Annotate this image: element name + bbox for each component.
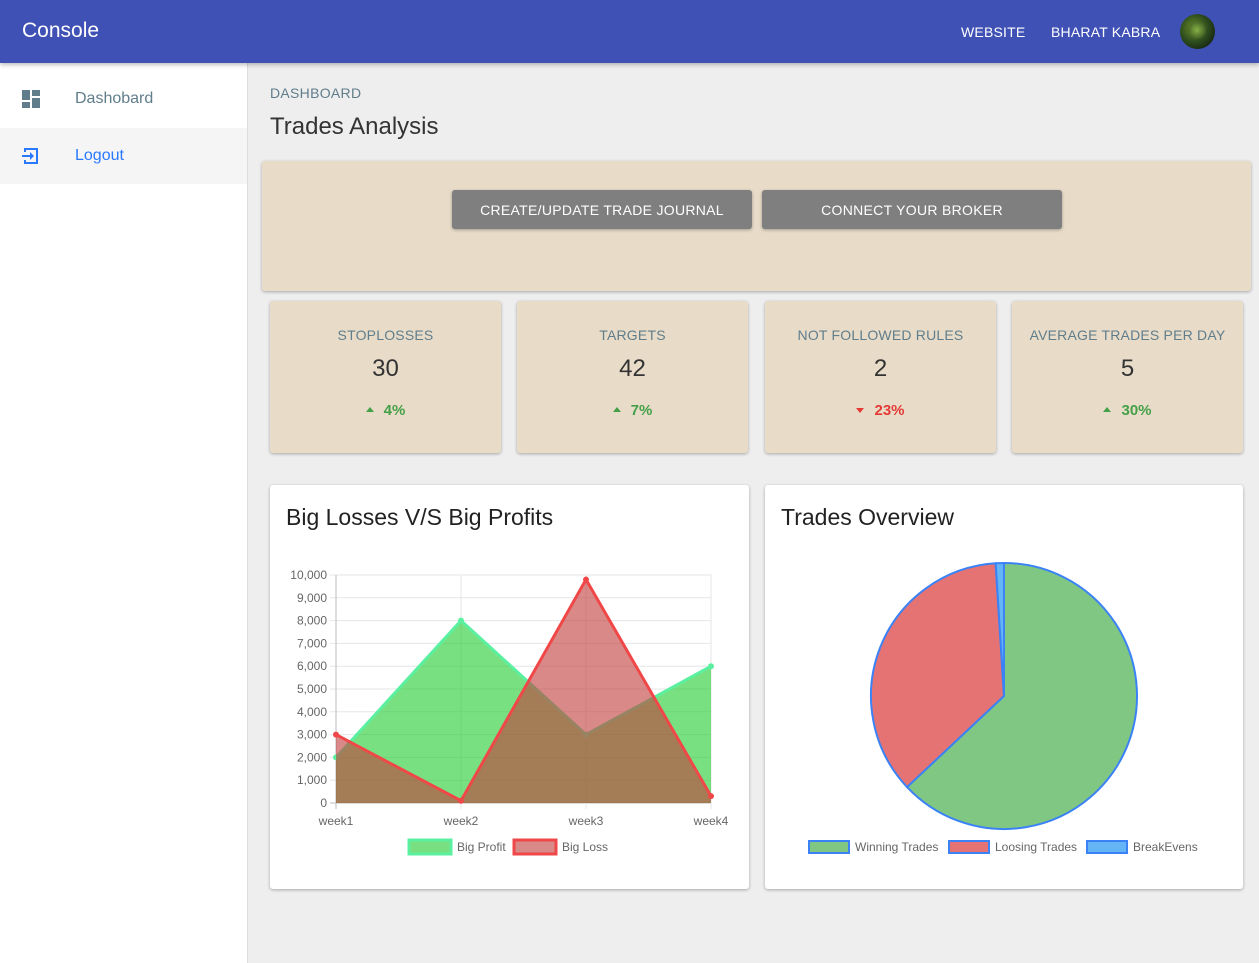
main-content: DASHBOARD Trades Analysis CREATE/UPDATE … (248, 63, 1259, 963)
legend-item: BreakEvens (1086, 840, 1198, 854)
stat-value: 2 (873, 355, 888, 382)
create-trade-journal-button[interactable]: CREATE/UPDATE TRADE JOURNAL (452, 190, 752, 229)
legend-item: Loosing Trades (948, 840, 1077, 854)
legend-label: Big Profit (457, 840, 506, 854)
stat-card-not-followed-rules: NOT FOLLOWED RULES 2 23% (765, 301, 996, 453)
legend-label: Loosing Trades (995, 840, 1077, 854)
x-tick-label: week2 (443, 814, 479, 828)
top-app-bar: Console WEBSITE BHARAT KABRA (0, 0, 1259, 63)
chart-title: Trades Overview (781, 504, 954, 530)
y-tick-label: 8,000 (297, 614, 327, 628)
website-link[interactable]: WEBSITE (961, 24, 1025, 40)
arrow-up-icon (365, 407, 374, 413)
stat-card-average-trades: AVERAGE TRADES PER DAY 5 30% (1012, 301, 1243, 453)
x-tick-label: week1 (318, 814, 354, 828)
action-panel: CREATE/UPDATE TRADE JOURNAL CONNECT YOUR… (262, 161, 1251, 291)
y-tick-label: 0 (320, 796, 327, 810)
legend-label: Winning Trades (855, 840, 938, 854)
sidebar-item-label: Logout (75, 147, 124, 164)
stat-label: AVERAGE TRADES PER DAY (1029, 327, 1226, 343)
sidebar-item-logout[interactable]: Logout (0, 128, 247, 184)
legend-item: Big Profit (407, 838, 506, 856)
stat-change: 4% (270, 402, 501, 419)
legend-swatch (407, 838, 453, 856)
data-point (583, 576, 589, 583)
stat-change: 23% (765, 402, 996, 419)
sidebar-item-label: Dashobard (75, 90, 154, 107)
breadcrumb[interactable]: DASHBOARD (270, 85, 361, 101)
stat-card-stoplosses: STOPLOSSES 30 4% (270, 301, 501, 453)
legend-item: Big Loss (512, 838, 608, 856)
chart-card-big-losses-profits: 0 1,000 2,000 3,000 4,000 5,000 6,000 7,000 8,00… (270, 485, 749, 889)
data-point (708, 663, 714, 670)
stat-value: 5 (1120, 355, 1135, 382)
stat-change: 7% (517, 402, 748, 419)
legend-item: Winning Trades (808, 840, 938, 854)
stat-label: NOT FOLLOWED RULES (797, 327, 964, 343)
data-point (708, 793, 714, 800)
legend-label: Big Loss (562, 840, 608, 854)
arrow-up-icon (612, 407, 621, 413)
stat-label: TARGETS (599, 327, 666, 343)
stat-change: 30% (1012, 402, 1243, 419)
y-tick-label: 6,000 (297, 659, 327, 673)
legend-swatch (948, 840, 990, 854)
stat-value: 42 (619, 355, 646, 382)
chart-title: Big Losses V/S Big Profits (286, 504, 554, 530)
sidebar: Dashobard Logout (0, 63, 248, 963)
stat-value: 30 (372, 355, 399, 382)
data-point (333, 731, 339, 738)
y-tick-label: 7,000 (297, 636, 327, 650)
arrow-down-icon (856, 407, 865, 413)
y-tick-label: 2,000 (297, 750, 327, 764)
chart-card-trades-overview: Winning Trades Loosing Trades BreakEvens T… (765, 485, 1243, 889)
y-tick-label: 1,000 (297, 773, 327, 787)
pie-chart: Winning Trades Loosing Trades BreakEvens (808, 561, 1198, 854)
app-brand[interactable]: Console (22, 19, 99, 43)
dashboard-icon (22, 90, 40, 108)
connect-broker-button[interactable]: CONNECT YOUR BROKER (762, 190, 1062, 229)
y-tick-label: 4,000 (297, 705, 327, 719)
y-tick-label: 5,000 (297, 682, 327, 696)
y-tick-label: 9,000 (297, 591, 327, 605)
stat-label: STOPLOSSES (337, 327, 434, 343)
x-tick-label: week4 (693, 814, 729, 828)
sidebar-item-dashboard[interactable]: Dashobard (0, 71, 247, 127)
avatar[interactable] (1180, 14, 1215, 49)
area-chart: 0 1,000 2,000 3,000 4,000 5,000 6,000 7,000 8,00… (290, 568, 729, 856)
y-tick-label: 10,000 (290, 568, 327, 582)
data-point (458, 617, 464, 624)
arrow-up-icon (1103, 407, 1112, 413)
legend-swatch (808, 840, 850, 854)
logout-icon (22, 148, 38, 164)
x-tick-label: week3 (568, 814, 604, 828)
stat-card-targets: TARGETS 42 7% (517, 301, 748, 453)
data-point (458, 797, 464, 804)
user-name[interactable]: BHARAT KABRA (1051, 24, 1160, 40)
legend-swatch (512, 838, 558, 856)
legend-label: BreakEvens (1133, 840, 1198, 854)
legend-swatch (1086, 840, 1128, 854)
y-tick-label: 3,000 (297, 728, 327, 742)
page-title: Trades Analysis (270, 113, 439, 140)
